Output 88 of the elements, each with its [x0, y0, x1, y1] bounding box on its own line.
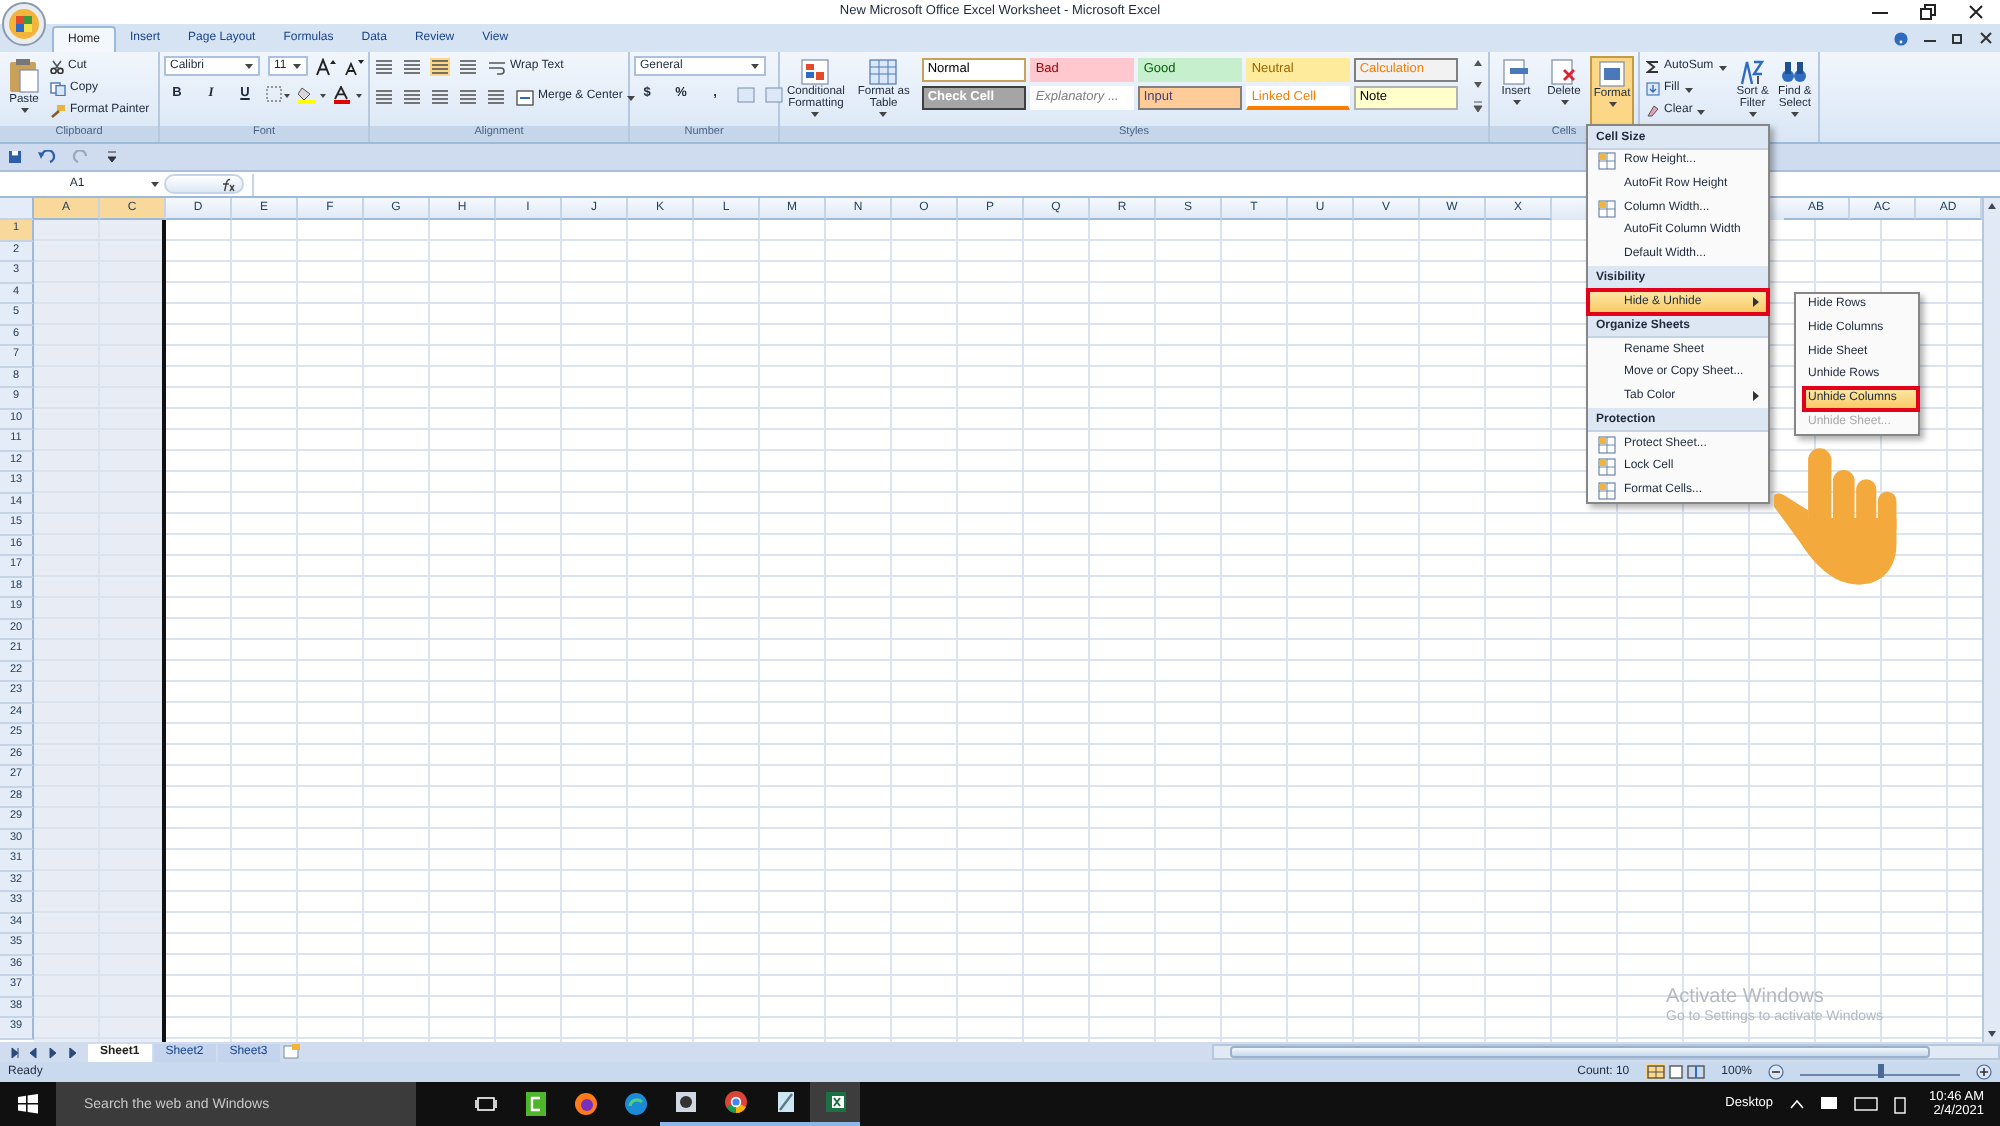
- binoculars-icon: [1780, 58, 1809, 86]
- scissors-icon: [50, 60, 64, 74]
- insert-cells-icon: [1502, 58, 1530, 86]
- cell-format-icon: [1597, 199, 1615, 218]
- sigma-icon: [1646, 60, 1660, 74]
- scroll-up-icon[interactable]: [1471, 56, 1484, 70]
- table-format-icon: [867, 58, 900, 86]
- browser-icon: [723, 1090, 747, 1114]
- caret-icon[interactable]: [1511, 98, 1521, 107]
- help-icon[interactable]: [1894, 31, 1908, 45]
- fill-color-icon[interactable]: [298, 85, 326, 103]
- save-icon[interactable]: [8, 150, 22, 164]
- align-right-icon[interactable]: [430, 88, 450, 106]
- zoom-out-icon[interactable]: [1768, 1064, 1784, 1080]
- grow-font-icon[interactable]: [316, 57, 336, 75]
- wrap-text-icon: [488, 59, 506, 75]
- cell-format-icon: [1597, 152, 1615, 171]
- align-left-icon[interactable]: [374, 88, 394, 106]
- chevron-up-icon[interactable]: [1789, 1098, 1804, 1110]
- shrink-font-icon[interactable]: [344, 57, 364, 75]
- merge-cells-icon: [516, 89, 534, 105]
- caret-icon[interactable]: [19, 106, 29, 115]
- page-layout-icon[interactable]: [1665, 1064, 1686, 1080]
- photo-app-icon: [673, 1090, 697, 1114]
- battery-icon[interactable]: [1893, 1095, 1906, 1113]
- caret-icon[interactable]: [292, 62, 302, 70]
- horizontal-scrollbar[interactable]: [1211, 1044, 2000, 1060]
- caret-icon[interactable]: [150, 180, 160, 188]
- scroll-down-icon[interactable]: [1471, 78, 1484, 92]
- caret-icon[interactable]: [810, 110, 821, 119]
- submenu-arrow-icon: [1752, 390, 1760, 403]
- caret-icon[interactable]: [1683, 85, 1694, 93]
- zoom-in-icon[interactable]: [1976, 1064, 1992, 1080]
- vertical-scrollbar[interactable]: [1982, 198, 2000, 1042]
- caret-icon[interactable]: [750, 62, 760, 70]
- page-break-icon[interactable]: [1685, 1064, 1706, 1080]
- delete-cells-icon: [1550, 58, 1578, 86]
- taskbar-button[interactable]: [810, 1082, 860, 1126]
- caret-icon[interactable]: [1696, 107, 1707, 115]
- fill-down-icon: [1646, 82, 1660, 96]
- format-cells-icon: [1598, 60, 1626, 88]
- sort-filter-icon: [1738, 58, 1767, 86]
- browser-icon: [623, 1092, 647, 1116]
- close-icon[interactable]: [1968, 4, 1984, 20]
- close-icon[interactable]: [1980, 32, 1992, 44]
- customize-icon[interactable]: [106, 150, 118, 164]
- caret-icon[interactable]: [1789, 110, 1800, 119]
- undo-icon[interactable]: [38, 150, 56, 164]
- more-icon[interactable]: [1471, 100, 1484, 114]
- cell-format-icon: [1597, 435, 1615, 454]
- normal-view-icon[interactable]: [1645, 1064, 1666, 1080]
- caret-icon[interactable]: [1559, 98, 1569, 107]
- notification-icon[interactable]: [1819, 1096, 1838, 1112]
- restore-icon[interactable]: [1952, 32, 1964, 44]
- middle-align-icon[interactable]: [402, 58, 422, 76]
- copy-icon: [50, 82, 66, 96]
- conditional-format-icon: [799, 58, 832, 86]
- browser-icon: [573, 1092, 597, 1116]
- zoom-slider[interactable]: [1800, 1063, 1960, 1075]
- app-icon: [523, 1092, 547, 1116]
- center-icon[interactable]: [402, 88, 422, 106]
- paintbrush-icon: [50, 104, 66, 118]
- restore-icon[interactable]: [1920, 4, 1936, 20]
- caret-icon[interactable]: [878, 110, 889, 119]
- clipboard-icon: [8, 58, 40, 94]
- caret-icon[interactable]: [1607, 100, 1617, 109]
- sheet-nav-icon[interactable]: [8, 1045, 20, 1059]
- function-button[interactable]: [164, 174, 244, 194]
- eraser-icon: [1646, 104, 1660, 118]
- spreadsheet-icon: [823, 1090, 847, 1114]
- slider-thumb[interactable]: [1877, 1063, 1883, 1077]
- font-color-icon[interactable]: [334, 85, 362, 103]
- borders-icon[interactable]: [266, 85, 290, 103]
- keyboard-icon[interactable]: [1853, 1096, 1878, 1112]
- task-view-icon: [473, 1092, 497, 1116]
- sheet-nav-icon[interactable]: [68, 1045, 80, 1059]
- caret-icon[interactable]: [1747, 110, 1758, 119]
- notepad-icon: [773, 1090, 797, 1114]
- caret-icon[interactable]: [244, 62, 254, 70]
- caret-icon[interactable]: [1717, 63, 1728, 71]
- bottom-align-icon[interactable]: [430, 58, 450, 76]
- submenu-arrow-icon: [1752, 296, 1760, 309]
- cell-format-icon: [1597, 481, 1615, 500]
- function-icon: [220, 177, 236, 191]
- activation-title: Activate Windows: [1666, 986, 1826, 1009]
- caret-icon[interactable]: [626, 93, 637, 101]
- cell-format-icon: [1597, 458, 1615, 477]
- top-align-icon[interactable]: [374, 58, 394, 76]
